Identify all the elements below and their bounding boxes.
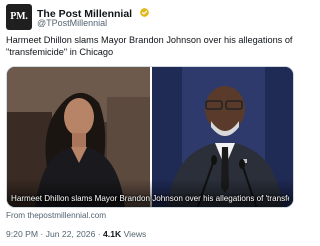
tweet-media[interactable]: Harmeet Dhillon slams Mayor Brandon John… <box>6 66 294 208</box>
meta-separator-2: · <box>97 229 101 239</box>
tweet-date[interactable]: Jun 22, 2026 <box>46 229 96 239</box>
woman-face <box>64 98 94 136</box>
woman-neck <box>72 133 86 147</box>
media-image <box>7 67 293 207</box>
views-count[interactable]: 4.1K <box>103 229 121 239</box>
tweet-meta: 9:20 PM · Jun 22, 2026 · 4.1K Views <box>6 229 146 239</box>
link-source[interactable]: From thepostmillennial.com <box>6 211 106 220</box>
handle[interactable]: @TPostMillennial <box>37 18 107 28</box>
tweet-header: PM. The Post Millennial @TPostMillennial <box>6 4 294 30</box>
tweet-text: Harmeet Dhillon slams Mayor Brandon John… <box>6 35 293 57</box>
verified-badge-icon <box>139 8 149 18</box>
mic-left-head <box>211 155 217 165</box>
mic-right-head <box>239 159 245 169</box>
tweet-time[interactable]: 9:20 PM <box>6 229 38 239</box>
name-row: The Post Millennial <box>37 5 149 20</box>
meta-separator: · <box>40 229 44 239</box>
views-label: Views <box>123 229 147 239</box>
avatar[interactable]: PM. <box>6 4 32 30</box>
media-caption: Harmeet Dhillon slams Mayor Brandon John… <box>11 194 289 203</box>
